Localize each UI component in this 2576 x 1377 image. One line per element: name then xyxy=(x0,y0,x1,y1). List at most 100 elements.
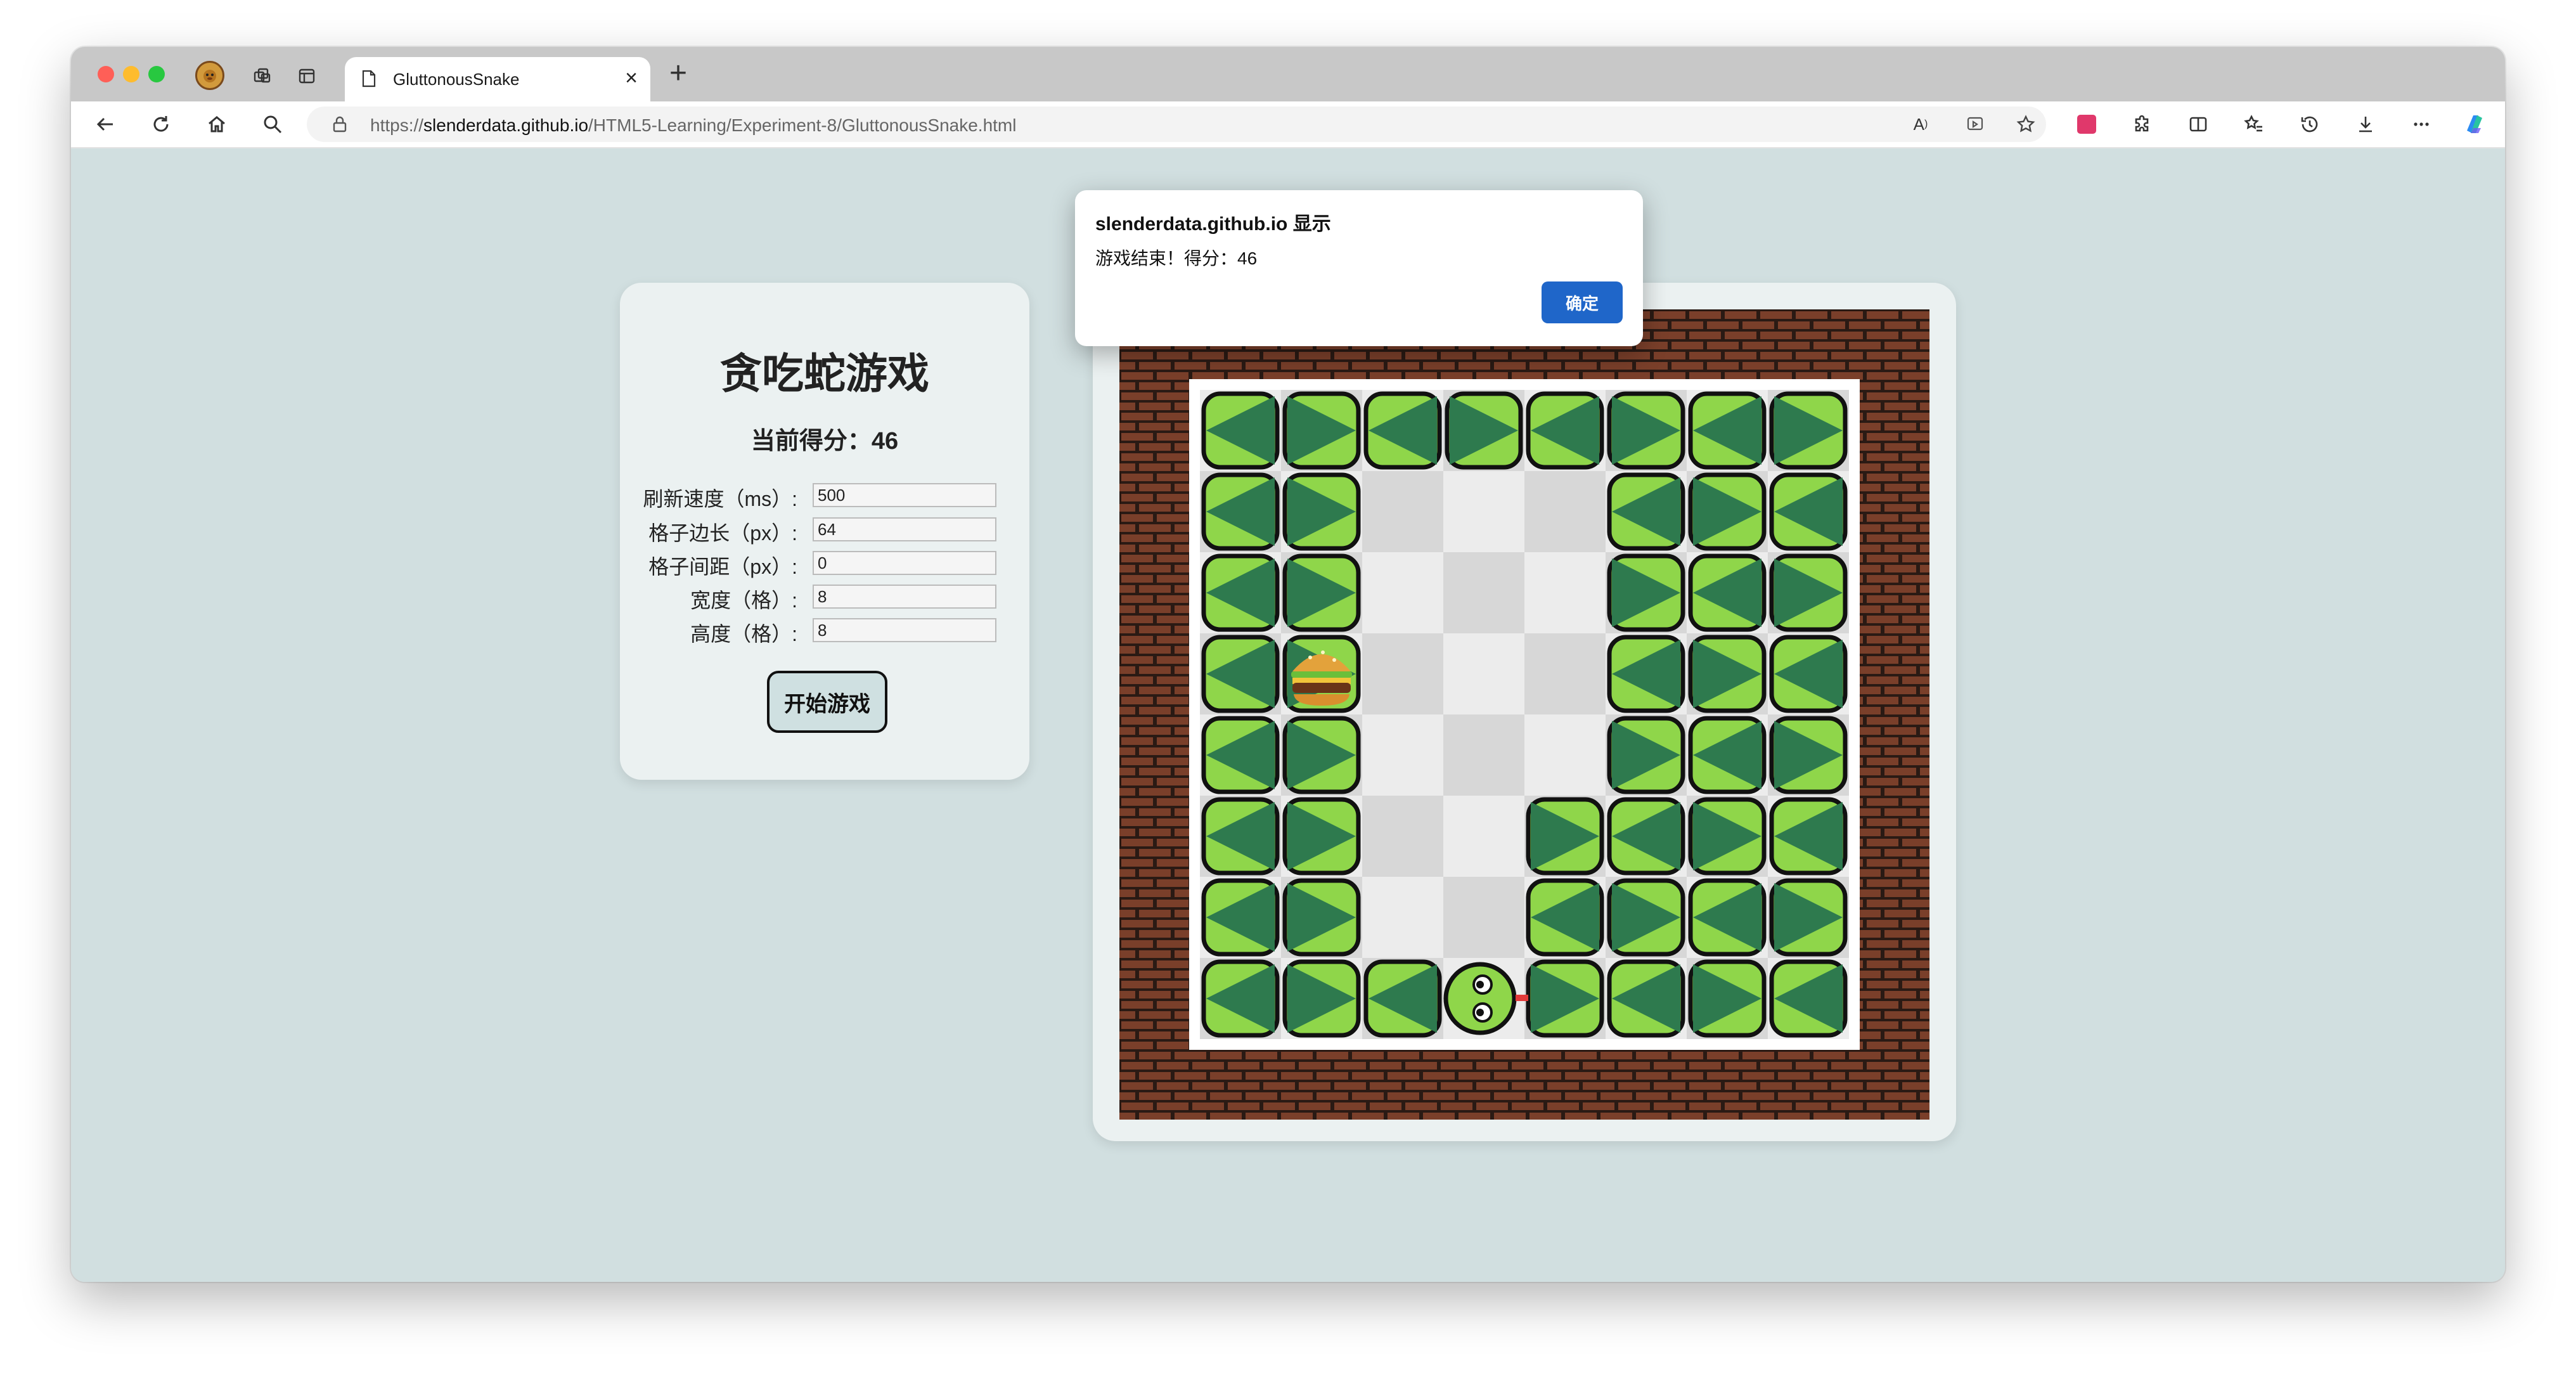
split-screen-icon[interactable] xyxy=(2183,109,2213,139)
refresh-speed-input[interactable]: 500 xyxy=(813,483,996,507)
more-menu-icon[interactable] xyxy=(2406,109,2437,139)
height-input[interactable]: 8 xyxy=(813,618,996,642)
workspaces-icon[interactable] xyxy=(250,63,275,89)
score-value: 46 xyxy=(871,428,899,455)
board-tile xyxy=(1524,471,1606,552)
read-aloud-icon[interactable]: A) xyxy=(1909,113,1932,136)
maximize-window-button[interactable] xyxy=(148,66,165,82)
snake-segment xyxy=(1607,472,1685,551)
refresh-icon[interactable] xyxy=(146,109,176,139)
board-tile xyxy=(1443,552,1524,633)
board-tile xyxy=(1443,714,1524,796)
board-tile xyxy=(1443,877,1524,958)
home-icon[interactable] xyxy=(202,109,232,139)
url-host: slenderdata.github.io xyxy=(423,115,589,135)
copilot-icon[interactable] xyxy=(2459,109,2490,139)
close-tab-icon[interactable]: × xyxy=(625,66,638,91)
history-icon[interactable] xyxy=(2295,109,2325,139)
snake-segment xyxy=(1201,716,1280,794)
url-text[interactable]: https://slenderdata.github.io/HTML5-Lear… xyxy=(370,115,1016,136)
favorite-star-icon[interactable] xyxy=(2014,113,2037,136)
browser-toolbar: https://slenderdata.github.io/HTML5-Lear… xyxy=(71,101,2505,148)
refresh-speed-label: 刷新速度（ms）: xyxy=(643,488,797,510)
snake-segment xyxy=(1201,635,1280,713)
snake-segment xyxy=(1688,472,1767,551)
snake-segment xyxy=(1607,878,1685,957)
snake-segment xyxy=(1282,797,1361,876)
favorites-icon[interactable] xyxy=(2239,109,2269,139)
snake-segment xyxy=(1769,391,1848,470)
board-tile xyxy=(1362,877,1443,958)
snake-segment xyxy=(1769,797,1848,876)
cell-gap-label: 格子间距（px）: xyxy=(648,555,797,578)
snake-segment xyxy=(1526,797,1604,876)
snake-segment xyxy=(1607,959,1685,1038)
alert-dialog: slenderdata.github.io 显示 游戏结束！得分：46 确定 xyxy=(1075,190,1643,346)
board-tile xyxy=(1524,552,1606,633)
board-tile xyxy=(1362,796,1443,877)
new-tab-button[interactable]: + xyxy=(669,56,687,91)
close-window-button[interactable] xyxy=(98,66,114,82)
snake-segment xyxy=(1769,553,1848,632)
snake-segment xyxy=(1282,391,1361,470)
snake-segment xyxy=(1282,716,1361,794)
snake-segment xyxy=(1607,553,1685,632)
width-label: 宽度（格）: xyxy=(690,589,797,612)
score-display: 当前得分：46 xyxy=(620,421,1029,456)
snake-segment xyxy=(1688,797,1767,876)
snake-segment xyxy=(1282,959,1361,1038)
snake-segment xyxy=(1607,716,1685,794)
snake-segment xyxy=(1201,472,1280,551)
height-label: 高度（格）: xyxy=(690,623,797,645)
app-available-icon[interactable] xyxy=(1964,113,1987,136)
board-tile xyxy=(1362,633,1443,714)
snake-segment xyxy=(1201,391,1280,470)
snake-segment xyxy=(1688,716,1767,794)
tab-gluttonoussnake[interactable]: GluttonousSnake × xyxy=(345,57,650,101)
snake-segment xyxy=(1769,635,1848,713)
snake-segment xyxy=(1688,391,1767,470)
back-icon[interactable] xyxy=(90,109,120,139)
downloads-icon[interactable] xyxy=(2350,109,2381,139)
tab-title: GluttonousSnake xyxy=(393,70,520,89)
snake-segment xyxy=(1282,472,1361,551)
snake-segment xyxy=(1363,959,1442,1038)
cell-size-input[interactable]: 64 xyxy=(813,517,996,541)
search-icon[interactable] xyxy=(257,109,288,139)
snake-segment xyxy=(1282,878,1361,957)
page-title: 贪吃蛇游戏 xyxy=(720,350,929,397)
page-icon xyxy=(359,68,379,89)
snake-segment xyxy=(1769,878,1848,957)
snake-segment xyxy=(1607,635,1685,713)
snake-segment xyxy=(1688,635,1767,713)
profile-avatar-icon[interactable] xyxy=(195,61,224,90)
board-tile xyxy=(1443,633,1524,714)
dialog-message: 游戏结束！得分：46 xyxy=(1095,249,1258,268)
snake-segment xyxy=(1769,959,1848,1038)
snake-segment xyxy=(1607,797,1685,876)
address-bar[interactable]: https://slenderdata.github.io/HTML5-Lear… xyxy=(307,107,2046,142)
board-tile xyxy=(1524,633,1606,714)
dialog-ok-button[interactable]: 确定 xyxy=(1542,281,1623,323)
extensions-icon[interactable] xyxy=(2127,109,2158,139)
start-game-button[interactable]: 开始游戏 xyxy=(767,671,887,733)
snake-segment xyxy=(1526,959,1604,1038)
extension-red-icon[interactable] xyxy=(2071,109,2102,139)
snake-segment xyxy=(1363,391,1442,470)
snake-segment xyxy=(1201,797,1280,876)
tab-actions-icon[interactable] xyxy=(294,63,319,89)
snake-segment xyxy=(1526,391,1604,470)
board-tile xyxy=(1362,471,1443,552)
board-tile xyxy=(1362,714,1443,796)
width-input[interactable]: 8 xyxy=(813,585,996,609)
score-label: 当前得分： xyxy=(750,428,872,455)
snake-segment xyxy=(1688,959,1767,1038)
board-tile xyxy=(1443,471,1524,552)
cell-gap-input[interactable]: 0 xyxy=(813,551,996,575)
snake-segment xyxy=(1201,553,1280,632)
lock-icon[interactable] xyxy=(330,114,350,134)
snake-segment xyxy=(1201,878,1280,957)
game-board xyxy=(1119,309,1929,1120)
minimize-window-button[interactable] xyxy=(123,66,139,82)
dialog-title: slenderdata.github.io 显示 xyxy=(1095,214,1331,235)
